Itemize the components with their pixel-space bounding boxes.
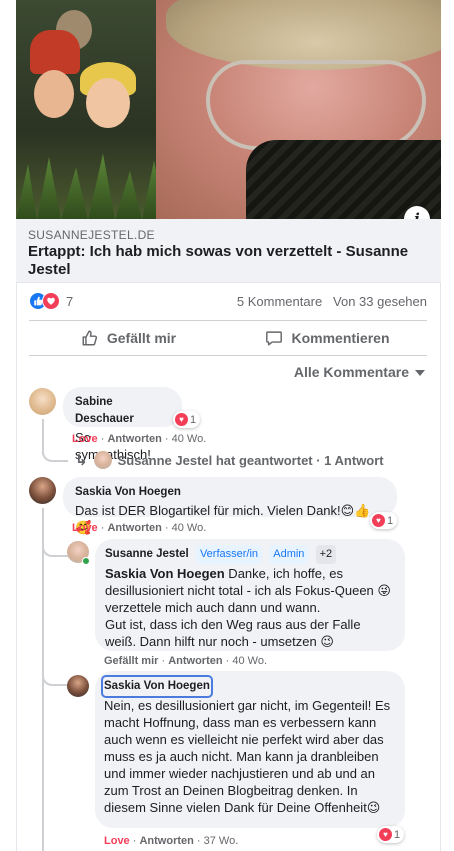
comments-count[interactable]: 5 Kommentare xyxy=(237,294,322,309)
comment-author[interactable]: Susanne Jestel xyxy=(105,548,189,560)
view-replies-link[interactable]: ↳ Susanne Jestel hat geantwortet · 1 Ant… xyxy=(75,451,384,469)
reply-link[interactable]: Antworten xyxy=(107,522,161,534)
reply-link[interactable]: Antworten xyxy=(107,433,161,445)
love-reaction-link[interactable]: Love xyxy=(104,835,130,847)
like-button-label: Gefällt mir xyxy=(106,330,177,346)
reply-author-row: Susanne Jestel Verfasser/in Admin +2 xyxy=(105,545,395,564)
comment-author[interactable]: Saskia Von Hoegen xyxy=(75,484,385,501)
reply-text-part: Gut ist, dass ich den Weg raus aus der F… xyxy=(105,617,361,649)
love-reaction-icon: ♥ xyxy=(175,413,188,426)
mention-link[interactable]: Saskia Von Hoegen xyxy=(105,566,225,581)
comment-text: Nein, es desillusioniert gar nicht, im G… xyxy=(104,698,391,815)
reply-arrow-icon: ↳ xyxy=(75,452,88,469)
post-stats: 7 5 Kommentare Von 33 gesehen xyxy=(29,292,427,312)
reply-bubble: Saskia Von Hoegen Nein, es desillusionie… xyxy=(95,671,405,828)
views-count[interactable]: Von 33 gesehen xyxy=(333,294,427,309)
comment-meta: Love · Antworten · 37 Wo. xyxy=(104,835,239,847)
comment-bubble: Saskia Von Hoegen Das ist DER Blogartike… xyxy=(63,477,397,535)
link-domain: SUSANNEJESTEL.DE xyxy=(28,228,155,242)
love-reaction-icon: ♥ xyxy=(379,828,392,841)
image-doll-hat xyxy=(30,30,80,74)
online-dot xyxy=(82,557,90,565)
comment-sort-dropdown[interactable]: Alle Kommentare xyxy=(294,364,425,380)
comment-meta: Gefällt mir · Antworten · 40 Wo. xyxy=(104,655,268,667)
comment-time[interactable]: · 40 Wo. xyxy=(165,433,206,445)
love-reaction-link[interactable]: Love xyxy=(72,522,98,534)
chevron-down-icon xyxy=(415,370,425,376)
comment-author[interactable]: Saskia Von Hoegen xyxy=(101,675,213,698)
thumbs-up-icon xyxy=(82,330,97,346)
image-doll xyxy=(34,70,74,118)
thread-line xyxy=(42,664,68,686)
reply-bubble: Susanne Jestel Verfasser/in Admin +2 Sas… xyxy=(95,539,405,651)
comment-time[interactable]: · 40 Wo. xyxy=(165,522,206,534)
love-reaction-link[interactable]: Love xyxy=(72,433,98,445)
comment-reactions[interactable]: ♥ 1 xyxy=(370,512,398,529)
more-badges[interactable]: +2 xyxy=(315,545,337,564)
like-button[interactable]: Gefällt mir xyxy=(29,321,228,355)
avatar[interactable] xyxy=(29,388,56,415)
love-reaction-icon: ♥ xyxy=(372,514,385,527)
link-title[interactable]: Ertappt: Ich hab mich sowas von verzette… xyxy=(28,243,428,279)
avatar[interactable] xyxy=(29,477,56,504)
post-counters: 5 Kommentare Von 33 gesehen xyxy=(237,294,427,309)
image-doll xyxy=(86,78,130,128)
reaction-count: 1 xyxy=(394,828,401,841)
comment-time[interactable]: · 37 Wo. xyxy=(197,835,238,847)
reaction-icons[interactable] xyxy=(29,292,63,310)
replied-summary: Susanne Jestel hat geantwortet · 1 Antwo… xyxy=(117,452,384,468)
link-preview-image[interactable] xyxy=(16,0,441,219)
avatar[interactable] xyxy=(67,675,89,697)
author-badge: Verfasser/in xyxy=(195,545,263,564)
comment-text: Saskia Von Hoegen Danke, ich hoffe, es d… xyxy=(105,565,395,650)
reaction-count[interactable]: 7 xyxy=(66,294,73,309)
action-bar: Gefällt mir Kommentieren xyxy=(29,320,427,356)
comment-bubble: Sabine Deschauer So sympathisch! xyxy=(63,387,182,462)
thread-line xyxy=(42,440,68,462)
reply-link[interactable]: Antworten xyxy=(168,655,222,667)
comment-icon xyxy=(266,331,283,346)
love-reaction-icon xyxy=(42,292,60,310)
comment-button[interactable]: Kommentieren xyxy=(228,321,427,355)
comment-meta: Love · Antworten · 40 Wo. xyxy=(72,433,207,445)
comment-reactions[interactable]: ♥ 1 xyxy=(377,826,405,843)
avatar xyxy=(93,451,112,469)
comment-time[interactable]: · 40 Wo. xyxy=(226,655,267,667)
image-glasses xyxy=(206,60,426,150)
reaction-count: 1 xyxy=(387,514,394,527)
comment-sort-label: Alle Kommentare xyxy=(293,364,409,380)
reaction-count: 1 xyxy=(190,413,197,426)
comment-meta: Love · Antworten · 40 Wo. xyxy=(72,522,207,534)
comment-button-label: Kommentieren xyxy=(291,330,390,346)
like-link[interactable]: Gefällt mir xyxy=(104,655,158,667)
comment-author[interactable]: Sabine Deschauer xyxy=(75,394,170,428)
comment-reactions[interactable]: ♥ 1 xyxy=(173,411,201,428)
thread-line xyxy=(42,531,68,557)
admin-badge: Admin xyxy=(269,545,309,564)
reply-link[interactable]: Antworten xyxy=(139,835,193,847)
link-preview[interactable]: SUSANNEJESTEL.DE Ertappt: Ich hab mich s… xyxy=(16,219,441,283)
